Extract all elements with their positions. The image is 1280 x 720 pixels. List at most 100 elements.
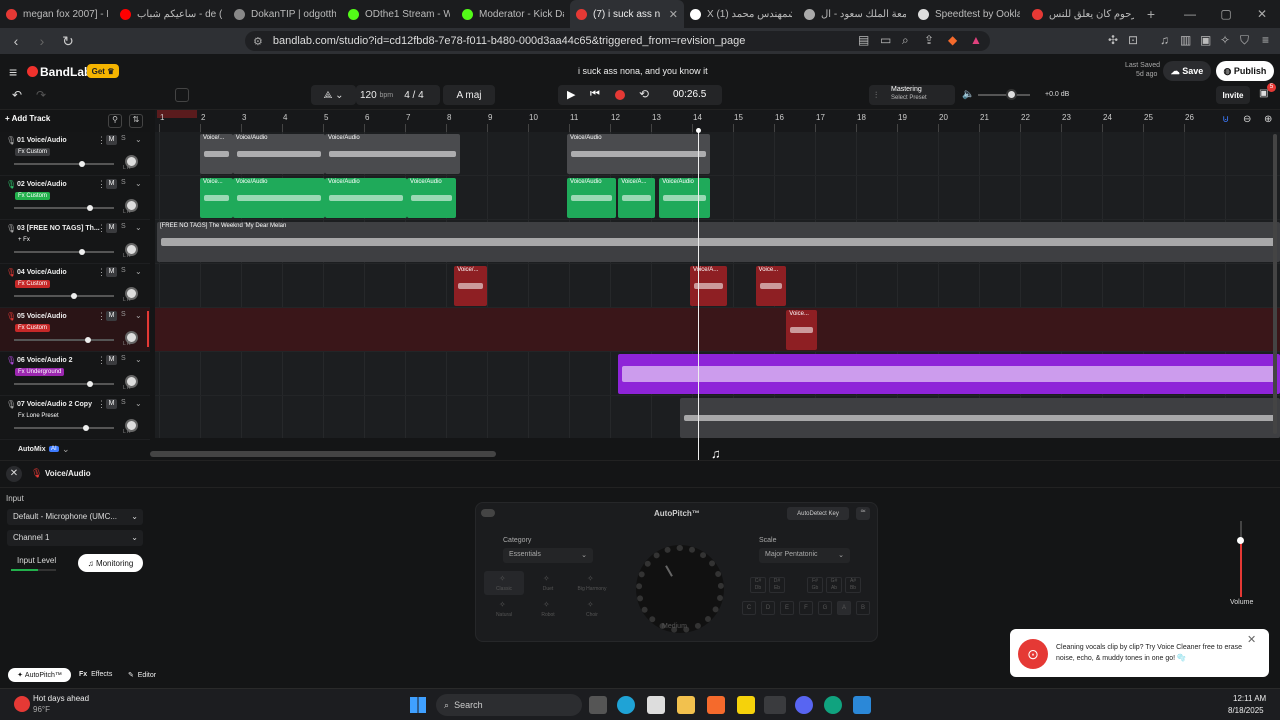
music-icon[interactable]: ♫ (1160, 33, 1169, 47)
undo-icon[interactable]: ↶ (12, 88, 22, 102)
mute-button[interactable]: M (106, 179, 117, 189)
track-volume-handle[interactable] (79, 249, 85, 255)
track-fx-badge[interactable]: Fx Lone Preset (15, 412, 62, 420)
audio-clip[interactable]: Voice... (786, 310, 818, 350)
lyrics-icon[interactable] (175, 88, 189, 102)
preset-button[interactable]: ✧ Natural (484, 597, 524, 621)
browser-tab[interactable]: جامعة الملك سعود - ال (798, 0, 912, 28)
chevron-down-icon[interactable]: ⌄ (135, 355, 142, 364)
new-tab-button[interactable]: + (1140, 6, 1162, 22)
mute-button[interactable]: M (106, 223, 117, 233)
track-header[interactable]: 🎙 01 Voice/Audio ⋮ M S ⌄ Fx Custom L R (0, 132, 150, 176)
time-signature[interactable]: 4 / 4 (404, 90, 423, 101)
minimize-icon[interactable]: — (1172, 7, 1208, 21)
mastering-button[interactable]: ⫶ Mastering Select Preset (869, 85, 955, 105)
track-volume-slider[interactable] (14, 161, 114, 167)
chevron-down-icon[interactable]: ⌄ (135, 399, 142, 408)
audio-clip[interactable]: Voice/A... (689, 266, 727, 306)
browser-tab[interactable]: megan fox 2007] - Bra (0, 0, 114, 28)
track-fx-badge[interactable]: Fx Custom (15, 324, 51, 332)
track-menu-icon[interactable]: ⋮ (97, 179, 106, 190)
track-volume-slider[interactable] (14, 337, 114, 343)
track-fx-badge[interactable]: Fx Custom (15, 192, 51, 200)
mute-button[interactable]: M (106, 399, 117, 409)
audio-clip[interactable]: [FREE NO TAGS] The Weeknd 'My Dear Melan (156, 222, 1280, 262)
note-button[interactable]: G (818, 601, 832, 615)
browser-tab[interactable]: المرحوم كان يعلق للنس (1026, 0, 1140, 28)
mute-button[interactable]: M (106, 135, 117, 145)
tab-editor[interactable]: ✎ Editor (128, 671, 156, 679)
track-sort-icon[interactable]: ⇅ (129, 114, 143, 128)
autodetect-key-button[interactable]: AutoDetect Key (787, 507, 849, 520)
channel-select[interactable]: Channel 1 ⌄ (7, 530, 143, 546)
note-button[interactable]: C (742, 601, 756, 615)
record-icon[interactable] (615, 90, 625, 100)
screenshot-icon[interactable]: ⊡ (1128, 33, 1138, 47)
track-name[interactable]: 03 [FREE NO TAGS] Th... (17, 225, 100, 232)
track-lane[interactable] (155, 352, 1280, 396)
track-menu-icon[interactable]: ⋮ (97, 267, 106, 278)
chevron-down-icon[interactable]: ⌄ (135, 311, 142, 320)
track-menu-icon[interactable]: ⋮ (97, 399, 106, 410)
track-volume-slider[interactable] (14, 205, 114, 211)
horizontal-scrollbar[interactable] (150, 451, 496, 457)
track-header[interactable]: 🎙 03 [FREE NO TAGS] Th... ⋮ M S ⌄ + Fx L R (0, 220, 150, 264)
active-app-icon[interactable] (764, 696, 786, 714)
track-volume-handle[interactable] (71, 293, 77, 299)
tempo-control[interactable]: 120 bpm 4 / 4 (356, 85, 440, 105)
audio-clip[interactable]: Voice/Audio (566, 178, 617, 218)
maximize-icon[interactable]: ▢ (1208, 7, 1244, 21)
sidebar-icon[interactable]: ▥ (1180, 33, 1191, 47)
zoom-icon[interactable]: ⌕ (902, 33, 909, 48)
mic-icon[interactable]: 🎙 (6, 268, 16, 277)
mic-icon[interactable]: 🎙 (6, 312, 16, 321)
browser-tab[interactable]: (7) i suck ass n ✕ (570, 0, 684, 28)
snap-icon[interactable]: ⊍ (1222, 114, 1229, 125)
audio-clip[interactable]: Voice/Audio (566, 134, 711, 174)
automix-row[interactable]: AutoMix AI ⌄ (0, 444, 155, 458)
track-volume-handle[interactable] (83, 425, 89, 431)
arrangement-lanes[interactable]: Voice/... Voice/Audio Voice/Audio Voice/Aud… (155, 132, 1280, 438)
sharp-note-button[interactable]: G# Ab (826, 577, 842, 593)
track-lane[interactable]: Voice/... Voice/Audio Voice/Audio Voice/Aud… (155, 132, 1280, 176)
preset-button[interactable]: ✧ Robot (528, 597, 568, 621)
sharp-note-button[interactable]: C# Db (750, 577, 766, 593)
chatgpt-icon[interactable] (824, 696, 842, 714)
solo-button[interactable]: S (121, 267, 126, 274)
pitch-knob[interactable] (636, 545, 724, 633)
wand-icon[interactable]: ⚲ (108, 114, 122, 128)
chevron-down-icon[interactable]: ⌄ (135, 179, 142, 188)
chevron-down-icon[interactable]: ⌄ (135, 135, 142, 144)
audio-clip[interactable]: Voice/... (200, 134, 233, 174)
browser-tab[interactable]: Speedtest by Ookla - (912, 0, 1026, 28)
key-selector[interactable]: A maj (443, 85, 495, 105)
preset-button[interactable]: ✧ Big Harmony (572, 571, 612, 595)
track-header[interactable]: 🎙 04 Voice/Audio ⋮ M S ⌄ Fx Custom L R (0, 264, 150, 308)
track-volume-slider[interactable] (14, 381, 114, 387)
reload-icon[interactable]: ↻ (60, 33, 76, 50)
sharp-note-button[interactable]: A# Bb (845, 577, 861, 593)
audio-clip[interactable]: Voice/Audio (325, 178, 408, 218)
note-button[interactable]: D (761, 601, 775, 615)
master-volume-handle[interactable] (1006, 89, 1017, 100)
track-fx-badge[interactable]: Fx Underground (15, 368, 65, 376)
clock-date[interactable]: 8/18/2025 (1228, 706, 1264, 715)
get-button[interactable]: Get ♛ (87, 64, 119, 78)
solo-button[interactable]: S (121, 135, 126, 142)
song-title[interactable]: i suck ass nona, and you know it (578, 66, 708, 76)
window-close-icon[interactable]: ✕ (1244, 7, 1280, 21)
track-volume-handle[interactable] (85, 337, 91, 343)
add-track-button[interactable]: + Add Track (5, 114, 65, 128)
audio-clip[interactable]: Voice/Audio (232, 134, 326, 174)
paint-icon[interactable] (853, 696, 871, 714)
track-fx-badge[interactable]: + Fx (15, 236, 33, 244)
brave-icon[interactable] (707, 696, 725, 714)
track-menu-icon[interactable]: ⋮ (97, 135, 106, 146)
tab-close-icon[interactable]: ✕ (669, 8, 678, 21)
zoom-out-icon[interactable]: ⊖ (1243, 114, 1251, 125)
track-menu-icon[interactable]: ⋮ (97, 311, 106, 322)
taskbar-search[interactable]: ⌕ Search (436, 694, 582, 716)
audio-clip[interactable] (679, 398, 1280, 438)
toast-close-icon[interactable]: ✕ (1247, 633, 1256, 646)
solo-button[interactable]: S (121, 399, 126, 406)
